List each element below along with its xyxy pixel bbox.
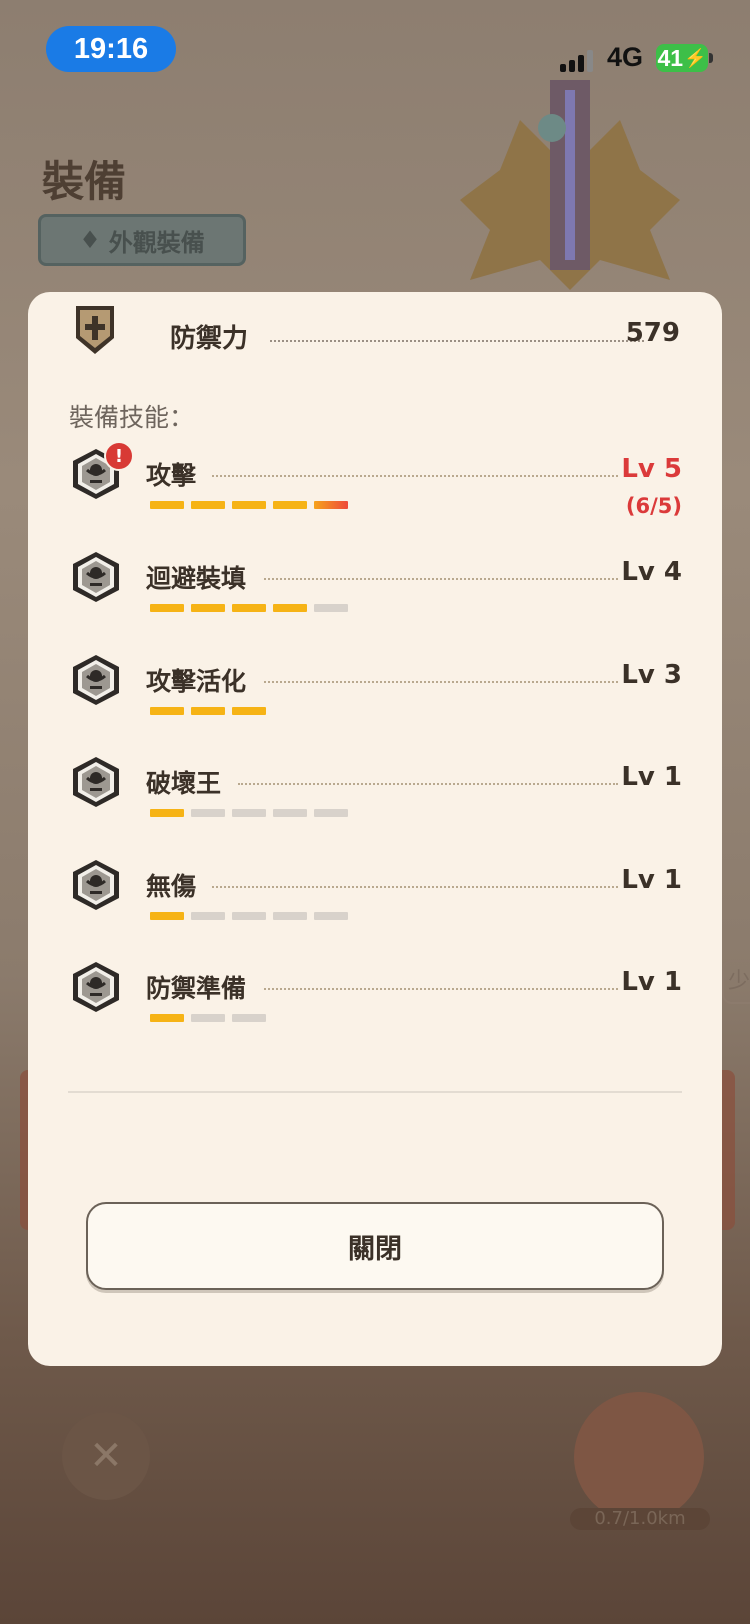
network-type: 4G [607,42,644,72]
skill-name: 攻擊 [146,461,197,490]
skill-row: ! 攻擊 Lv 5 (6/5) [28,438,722,528]
alert-icon: ! [104,441,134,471]
signal-icon [560,48,593,72]
skill-name: 防禦準備 [146,974,247,1003]
skill-level-pip [191,912,225,920]
skill-overflow: (6/5) [625,494,682,518]
skill-level-bar [150,501,348,509]
skill-leader [212,886,618,888]
skill-row: 防禦準備 Lv 1 [28,951,722,1041]
defense-row: 防禦力 579 [74,304,680,364]
skill-level: Lv 3 [621,660,682,690]
skill-level-pip [150,707,184,715]
skill-level-pip [191,707,225,715]
skill-gem-icon [73,860,119,910]
skill-level-bar [150,604,348,612]
skill-name: 迴避裝填 [146,564,247,593]
skill-level-pip [191,809,225,817]
defense-value: 579 [625,318,680,348]
background-close-icon: ✕ [62,1412,150,1500]
skill-gem-icon [73,962,119,1012]
skill-level-pip [314,912,348,920]
skill-level-pip [232,912,266,920]
skill-row: 攻擊活化 Lv 3 [28,644,722,734]
background-avatar [574,1392,704,1522]
skill-row: 迴避裝填 Lv 4 [28,541,722,631]
skill-level-pip [232,707,266,715]
skill-level-pip [191,604,225,612]
skill-level-bar [150,809,348,817]
skill-level-pip [232,604,266,612]
skill-name: 無傷 [146,872,197,901]
wardrobe-icon: ♦ [79,226,101,254]
background-distance: 0.7/1.0km [570,1508,710,1530]
skill-level-pip [314,501,348,509]
skill-level-pip [232,501,266,509]
divider [68,1091,682,1093]
equipment-skills-modal: 防禦力 579 裝備技能： ! 攻擊 Lv 5 (6/5) 迴避裝填 Lv 4 攻擊活化 Lv… [28,292,722,1366]
skill-level-pip [273,912,307,920]
skill-gem-icon [73,552,119,602]
skill-leader [238,783,618,785]
skill-level-pip [232,809,266,817]
defense-label: 防禦力 [170,324,249,354]
skill-level-pip [273,604,307,612]
armor-model-image [460,80,680,290]
equipment-title: 裝備 [42,157,127,206]
skill-level-bar [150,707,266,715]
skill-level-pip [232,1014,266,1022]
battery-tip [709,53,713,63]
skill-level: Lv 4 [621,557,682,587]
skills-heading: 裝備技能： [69,403,195,432]
background-side-label: 少 [722,960,750,1004]
skill-name: 攻擊活化 [146,667,247,696]
skill-level: Lv 5 [621,454,682,484]
skill-level-pip [314,604,348,612]
skill-level: Lv 1 [621,967,682,997]
appearance-equipment-button[interactable]: ♦ 外觀裝備 [38,214,246,266]
skill-level-bar [150,1014,266,1022]
skill-leader [264,578,618,580]
skill-level-bar [150,912,348,920]
shield-icon [76,306,114,354]
battery-level: 41 [657,44,684,71]
status-bar: 19:16 4G 41 ⚡ [0,0,750,96]
skill-leader [264,988,618,990]
skill-level-pip [150,912,184,920]
skill-level: Lv 1 [621,865,682,895]
skill-level-pip [191,1014,225,1022]
battery-icon: 41 ⚡ [656,44,708,72]
skill-level-pip [150,604,184,612]
skill-leader [264,681,618,683]
status-time: 19:16 [46,26,176,72]
skill-name: 破壞王 [146,769,222,798]
appearance-equipment-label: 外觀裝備 [108,228,205,257]
skill-level-pip [273,501,307,509]
skill-level-pip [314,809,348,817]
skill-row: 無傷 Lv 1 [28,849,722,939]
defense-leader [270,340,644,342]
skill-level-pip [150,809,184,817]
skill-leader [212,475,618,477]
skill-gem-icon [73,655,119,705]
skill-row: 破壞王 Lv 1 [28,746,722,836]
skill-level: Lv 1 [621,762,682,792]
close-button[interactable]: 關閉 [86,1202,664,1290]
skill-level-pip [273,809,307,817]
skill-level-pip [150,501,184,509]
skill-level-pip [191,501,225,509]
skill-gem-icon [73,757,119,807]
skill-level-pip [150,1014,184,1022]
